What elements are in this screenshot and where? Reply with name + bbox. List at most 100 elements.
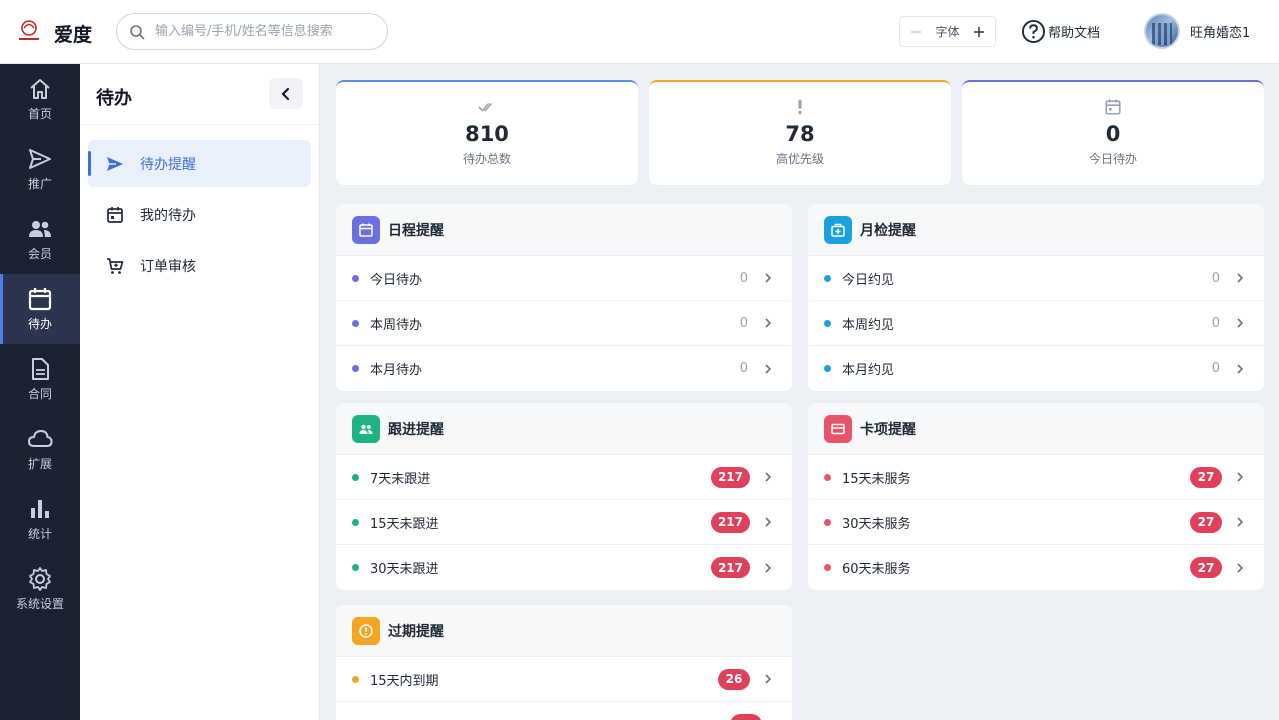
font-decrease-button[interactable] [908, 24, 924, 40]
reminder-row[interactable]: 本周待办 0 [336, 301, 792, 346]
stat-card-total[interactable]: 810 待办总数 [336, 80, 638, 185]
calendar-icon [28, 288, 52, 311]
help-docs-link[interactable]: 帮助文档 [1021, 19, 1100, 44]
alert-circle-icon [359, 623, 373, 638]
status-dot [824, 274, 831, 282]
nav-label: 扩展 [27, 457, 52, 471]
nav-label: 首页 [27, 107, 52, 121]
brand-name: 爱度 [54, 24, 93, 46]
reminder-row[interactable]: 30天未服务 27 [808, 500, 1264, 545]
calendar-icon [359, 223, 373, 237]
card-followup-reminder: 跟进提醒 7天未跟进 217 15天未跟进 217 30天未跟进 217 [336, 403, 792, 590]
reminder-row[interactable]: 7天未跟进 217 [336, 455, 792, 500]
chevron-right-icon [1237, 517, 1244, 527]
font-size-control: 字体 [899, 16, 996, 47]
nav-label: 系统设置 [15, 597, 64, 611]
count-badge: 217 [710, 557, 750, 578]
stat-value: 78 [785, 122, 815, 146]
stat-card-high-priority[interactable]: 78 高优先级 [649, 80, 951, 185]
row-count: 0 [739, 270, 748, 286]
reminder-row[interactable]: 15天未跟进 217 [336, 500, 792, 545]
reminder-row[interactable] [336, 702, 792, 720]
reminder-row[interactable]: 今日约见 0 [808, 256, 1264, 301]
subnav-item-label: 我的待办 [140, 207, 196, 224]
card-icon-badge [352, 414, 380, 443]
plus-icon [973, 26, 984, 37]
subnav-title: 待办 [96, 88, 132, 109]
nav-item-members[interactable]: 会员 [0, 204, 80, 274]
row-count: 0 [1211, 315, 1220, 331]
cart-icon [107, 257, 124, 274]
credit-card-icon [831, 423, 845, 434]
divider [80, 124, 320, 125]
card-title: 卡项提醒 [860, 421, 916, 438]
stat-label: 高优先级 [775, 152, 824, 166]
count-badge: 26 [718, 668, 750, 690]
subnav-item-order-review[interactable]: 订单审核 [88, 242, 311, 289]
card-header: 过期提醒 [336, 605, 792, 657]
count-badge: 27 [1190, 557, 1222, 578]
avatar [1144, 13, 1180, 49]
reminder-row[interactable]: 本月约见 0 [808, 346, 1264, 391]
chevron-right-icon [765, 472, 772, 482]
reminder-row[interactable]: 30天未跟进 217 [336, 545, 792, 590]
stat-label: 今日待办 [1088, 152, 1137, 166]
search-box[interactable] [116, 13, 388, 50]
nav-label: 统计 [27, 527, 52, 541]
reminder-row[interactable]: 15天内到期 26 [336, 657, 792, 702]
subnav-item-todo-reminder[interactable]: 待办提醒 [88, 140, 311, 187]
card-header: 日程提醒 [336, 204, 792, 256]
search-input[interactable] [155, 24, 375, 39]
nav-item-home[interactable]: 首页 [0, 64, 80, 134]
medical-bag-icon [831, 223, 845, 237]
row-count: 0 [739, 315, 748, 331]
reminder-row[interactable]: 15天未服务 27 [808, 455, 1264, 500]
user-menu[interactable]: 旺角婚恋1 [1144, 13, 1250, 49]
home-icon [30, 79, 50, 99]
card-icon-badge [352, 616, 380, 645]
row-label: 15天未服务 [842, 471, 911, 487]
nav-label: 推广 [27, 177, 52, 191]
nav-item-stats[interactable]: 统计 [0, 484, 80, 554]
stat-card-today[interactable]: 0 今日待办 [962, 80, 1264, 185]
nav-item-extend[interactable]: 扩展 [0, 414, 80, 484]
row-count: 0 [739, 361, 748, 376]
send-icon [29, 149, 51, 169]
collapse-sidebar-button[interactable] [269, 78, 303, 109]
row-label: 15天内到期 [370, 673, 439, 689]
reminder-row[interactable]: 本周约见 0 [808, 301, 1264, 346]
calendar-icon [1105, 99, 1121, 115]
help-label: 帮助文档 [1048, 26, 1101, 41]
chevron-right-icon [1237, 318, 1244, 328]
reminder-row[interactable]: 60天未服务 27 [808, 545, 1264, 590]
count-badge: 27 [1190, 511, 1222, 533]
reminder-row[interactable]: 本月待办 0 [336, 346, 792, 391]
main-sidebar: 首页 推广 会员 待办 合同 扩展 统计 系统设置 [0, 64, 80, 720]
nav-item-promote[interactable]: 推广 [0, 134, 80, 204]
subnav-item-my-todo[interactable]: 我的待办 [88, 191, 311, 238]
count-badge: 217 [710, 466, 750, 488]
chevron-right-icon [765, 273, 772, 283]
reminder-row[interactable]: 今日待办 0 [336, 256, 792, 301]
chevron-left-icon [281, 87, 290, 100]
chevron-right-icon [765, 517, 772, 527]
stat-value: 0 [1105, 122, 1121, 146]
card-icon-badge [824, 215, 852, 244]
card-header: 跟进提醒 [336, 403, 792, 455]
nav-item-contract[interactable]: 合同 [0, 344, 80, 414]
row-label: 本月约见 [842, 363, 895, 378]
nav-item-settings[interactable]: 系统设置 [0, 554, 80, 624]
secondary-sidebar: 待办 待办提醒 我的待办 订单审核 [80, 64, 320, 720]
double-check-icon [478, 102, 493, 112]
count-badge [730, 714, 762, 720]
users-icon [359, 424, 373, 434]
document-icon [32, 358, 49, 380]
brand-logo-icon [19, 20, 39, 40]
font-increase-button[interactable] [971, 24, 987, 40]
status-dot [352, 365, 359, 372]
row-label: 今日待办 [370, 272, 423, 288]
status-dot [824, 473, 831, 481]
nav-label: 待办 [27, 317, 52, 331]
nav-item-todo[interactable]: 待办 [0, 274, 80, 344]
card-expiry-reminder: 过期提醒 15天内到期 26 [336, 605, 792, 720]
